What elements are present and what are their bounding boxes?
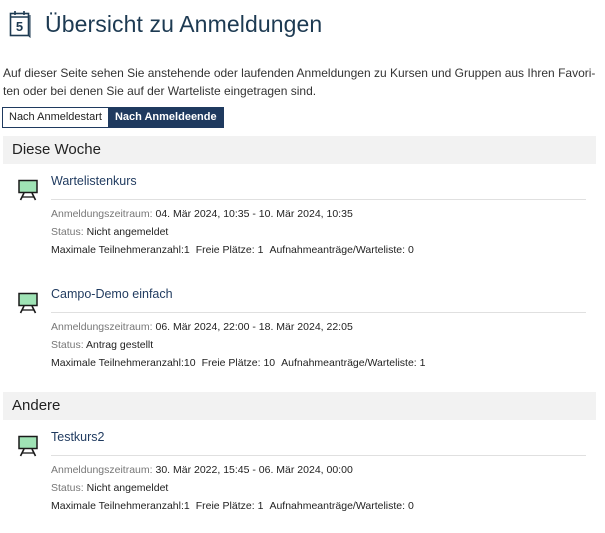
period-value: 30. Mär 2022, 15:45 - 06. Mär 2024, 00:0… bbox=[155, 464, 353, 476]
period-label: Anmeldungszeitraum: bbox=[51, 208, 153, 220]
capacity-info: Maximale Teilnehmeranzahl:1 Freie Plätze:… bbox=[51, 500, 414, 512]
registration-status: Status: Nicht angemeldet bbox=[51, 226, 168, 238]
free-places-value: 10 bbox=[263, 357, 276, 369]
max-participants-label: Maximale Teilnehmeranzahl: bbox=[51, 244, 184, 256]
sort-by-end-button[interactable]: Nach Anmeldeende bbox=[108, 107, 224, 128]
page-header: 5 Übersicht zu Anmeldungen bbox=[9, 8, 322, 40]
sort-toggle: Nach Anmeldestart Nach Anmeldeende bbox=[2, 107, 224, 128]
waitlist-label: Aufnahmeanträge/Warteliste: bbox=[281, 357, 417, 369]
capacity-info: Maximale Teilnehmeranzahl:10 Freie Plätze… bbox=[51, 357, 426, 369]
easel-board-icon bbox=[17, 435, 39, 457]
status-value: Nicht angemeldet bbox=[86, 482, 169, 494]
free-places-value: 1 bbox=[257, 244, 264, 256]
max-participants-value: 10 bbox=[183, 357, 196, 369]
status-value: Nicht angemeldet bbox=[86, 226, 169, 238]
calendar-icon: 5 bbox=[9, 10, 31, 38]
period-label: Anmeldungszeitraum: bbox=[51, 464, 153, 476]
period-label: Anmeldungszeitraum: bbox=[51, 321, 153, 333]
divider bbox=[51, 199, 586, 200]
sort-by-start-button[interactable]: Nach Anmeldestart bbox=[2, 107, 109, 128]
free-places-label: Freie Plätze: bbox=[195, 500, 255, 512]
capacity-info: Maximale Teilnehmeranzahl:1 Freie Plätze:… bbox=[51, 244, 414, 256]
page-title: Übersicht zu Anmeldungen bbox=[45, 10, 323, 37]
max-participants-label: Maximale Teilnehmeranzahl: bbox=[51, 500, 184, 512]
status-label: Status: bbox=[51, 226, 84, 238]
period-value: 04. Mär 2024, 10:35 - 10. Mär 2024, 10:3… bbox=[155, 208, 353, 220]
registration-status: Status: Nicht angemeldet bbox=[51, 482, 168, 494]
easel-board-icon bbox=[17, 292, 39, 314]
waitlist-value: 1 bbox=[419, 357, 426, 369]
period-value: 06. Mär 2024, 22:00 - 18. Mär 2024, 22:0… bbox=[155, 321, 353, 333]
max-participants-label: Maximale Teilnehmeranzahl: bbox=[51, 357, 184, 369]
divider bbox=[51, 312, 586, 313]
registration-period: Anmeldungszeitraum: 04. Mär 2024, 10:35 … bbox=[51, 208, 353, 220]
intro-line-2: ten oder bei denen Sie auf der Wartelist… bbox=[3, 84, 317, 98]
intro-line-1: Auf dieser Seite sehen Sie anstehende od… bbox=[3, 66, 596, 80]
section-heading: Diese Woche bbox=[3, 136, 596, 164]
max-participants-value: 1 bbox=[183, 244, 190, 256]
waitlist-label: Aufnahmeanträge/Warteliste: bbox=[269, 500, 406, 512]
intro-text: Auf dieser Seite sehen Sie anstehende od… bbox=[3, 64, 599, 100]
calendar-icon-number: 5 bbox=[16, 19, 23, 34]
status-label: Status: bbox=[51, 339, 84, 351]
course-title-link[interactable]: Testkurs2 bbox=[51, 430, 105, 444]
max-participants-value: 1 bbox=[183, 500, 190, 512]
divider bbox=[51, 455, 586, 456]
free-places-value: 1 bbox=[257, 500, 264, 512]
free-places-label: Freie Plätze: bbox=[201, 357, 261, 369]
status-label: Status: bbox=[51, 482, 84, 494]
waitlist-value: 0 bbox=[407, 500, 414, 512]
waitlist-value: 0 bbox=[407, 244, 414, 256]
course-title-link[interactable]: Wartelistenkurs bbox=[51, 174, 137, 188]
status-value: Antrag gestellt bbox=[86, 339, 154, 351]
free-places-label: Freie Plätze: bbox=[195, 244, 255, 256]
course-title-link[interactable]: Campo-Demo einfach bbox=[51, 287, 173, 301]
easel-board-icon bbox=[17, 179, 39, 201]
registration-period: Anmeldungszeitraum: 06. Mär 2024, 22:00 … bbox=[51, 321, 353, 333]
section-heading: Andere bbox=[3, 392, 596, 420]
waitlist-label: Aufnahmeanträge/Warteliste: bbox=[269, 244, 406, 256]
registration-period: Anmeldungszeitraum: 30. Mär 2022, 15:45 … bbox=[51, 464, 353, 476]
registration-status: Status: Antrag gestellt bbox=[51, 339, 153, 351]
